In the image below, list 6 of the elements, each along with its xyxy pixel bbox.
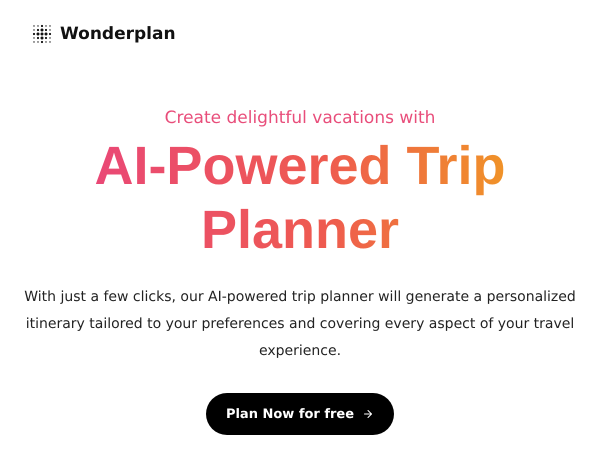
arrow-right-icon bbox=[362, 408, 374, 420]
hero-description: With just a few clicks, our AI-powered trip planner will generate a personalized itinerary tailored to your preferences and covering every aspect of your travel experience. bbox=[23, 288, 577, 361]
plan-now-button[interactable]: Plan Now for free bbox=[206, 393, 394, 435]
brand-name: Wonderplan bbox=[60, 24, 176, 44]
dotted-logo-icon bbox=[32, 24, 52, 44]
hero-kicker: Create delightful vacations with bbox=[164, 108, 436, 128]
